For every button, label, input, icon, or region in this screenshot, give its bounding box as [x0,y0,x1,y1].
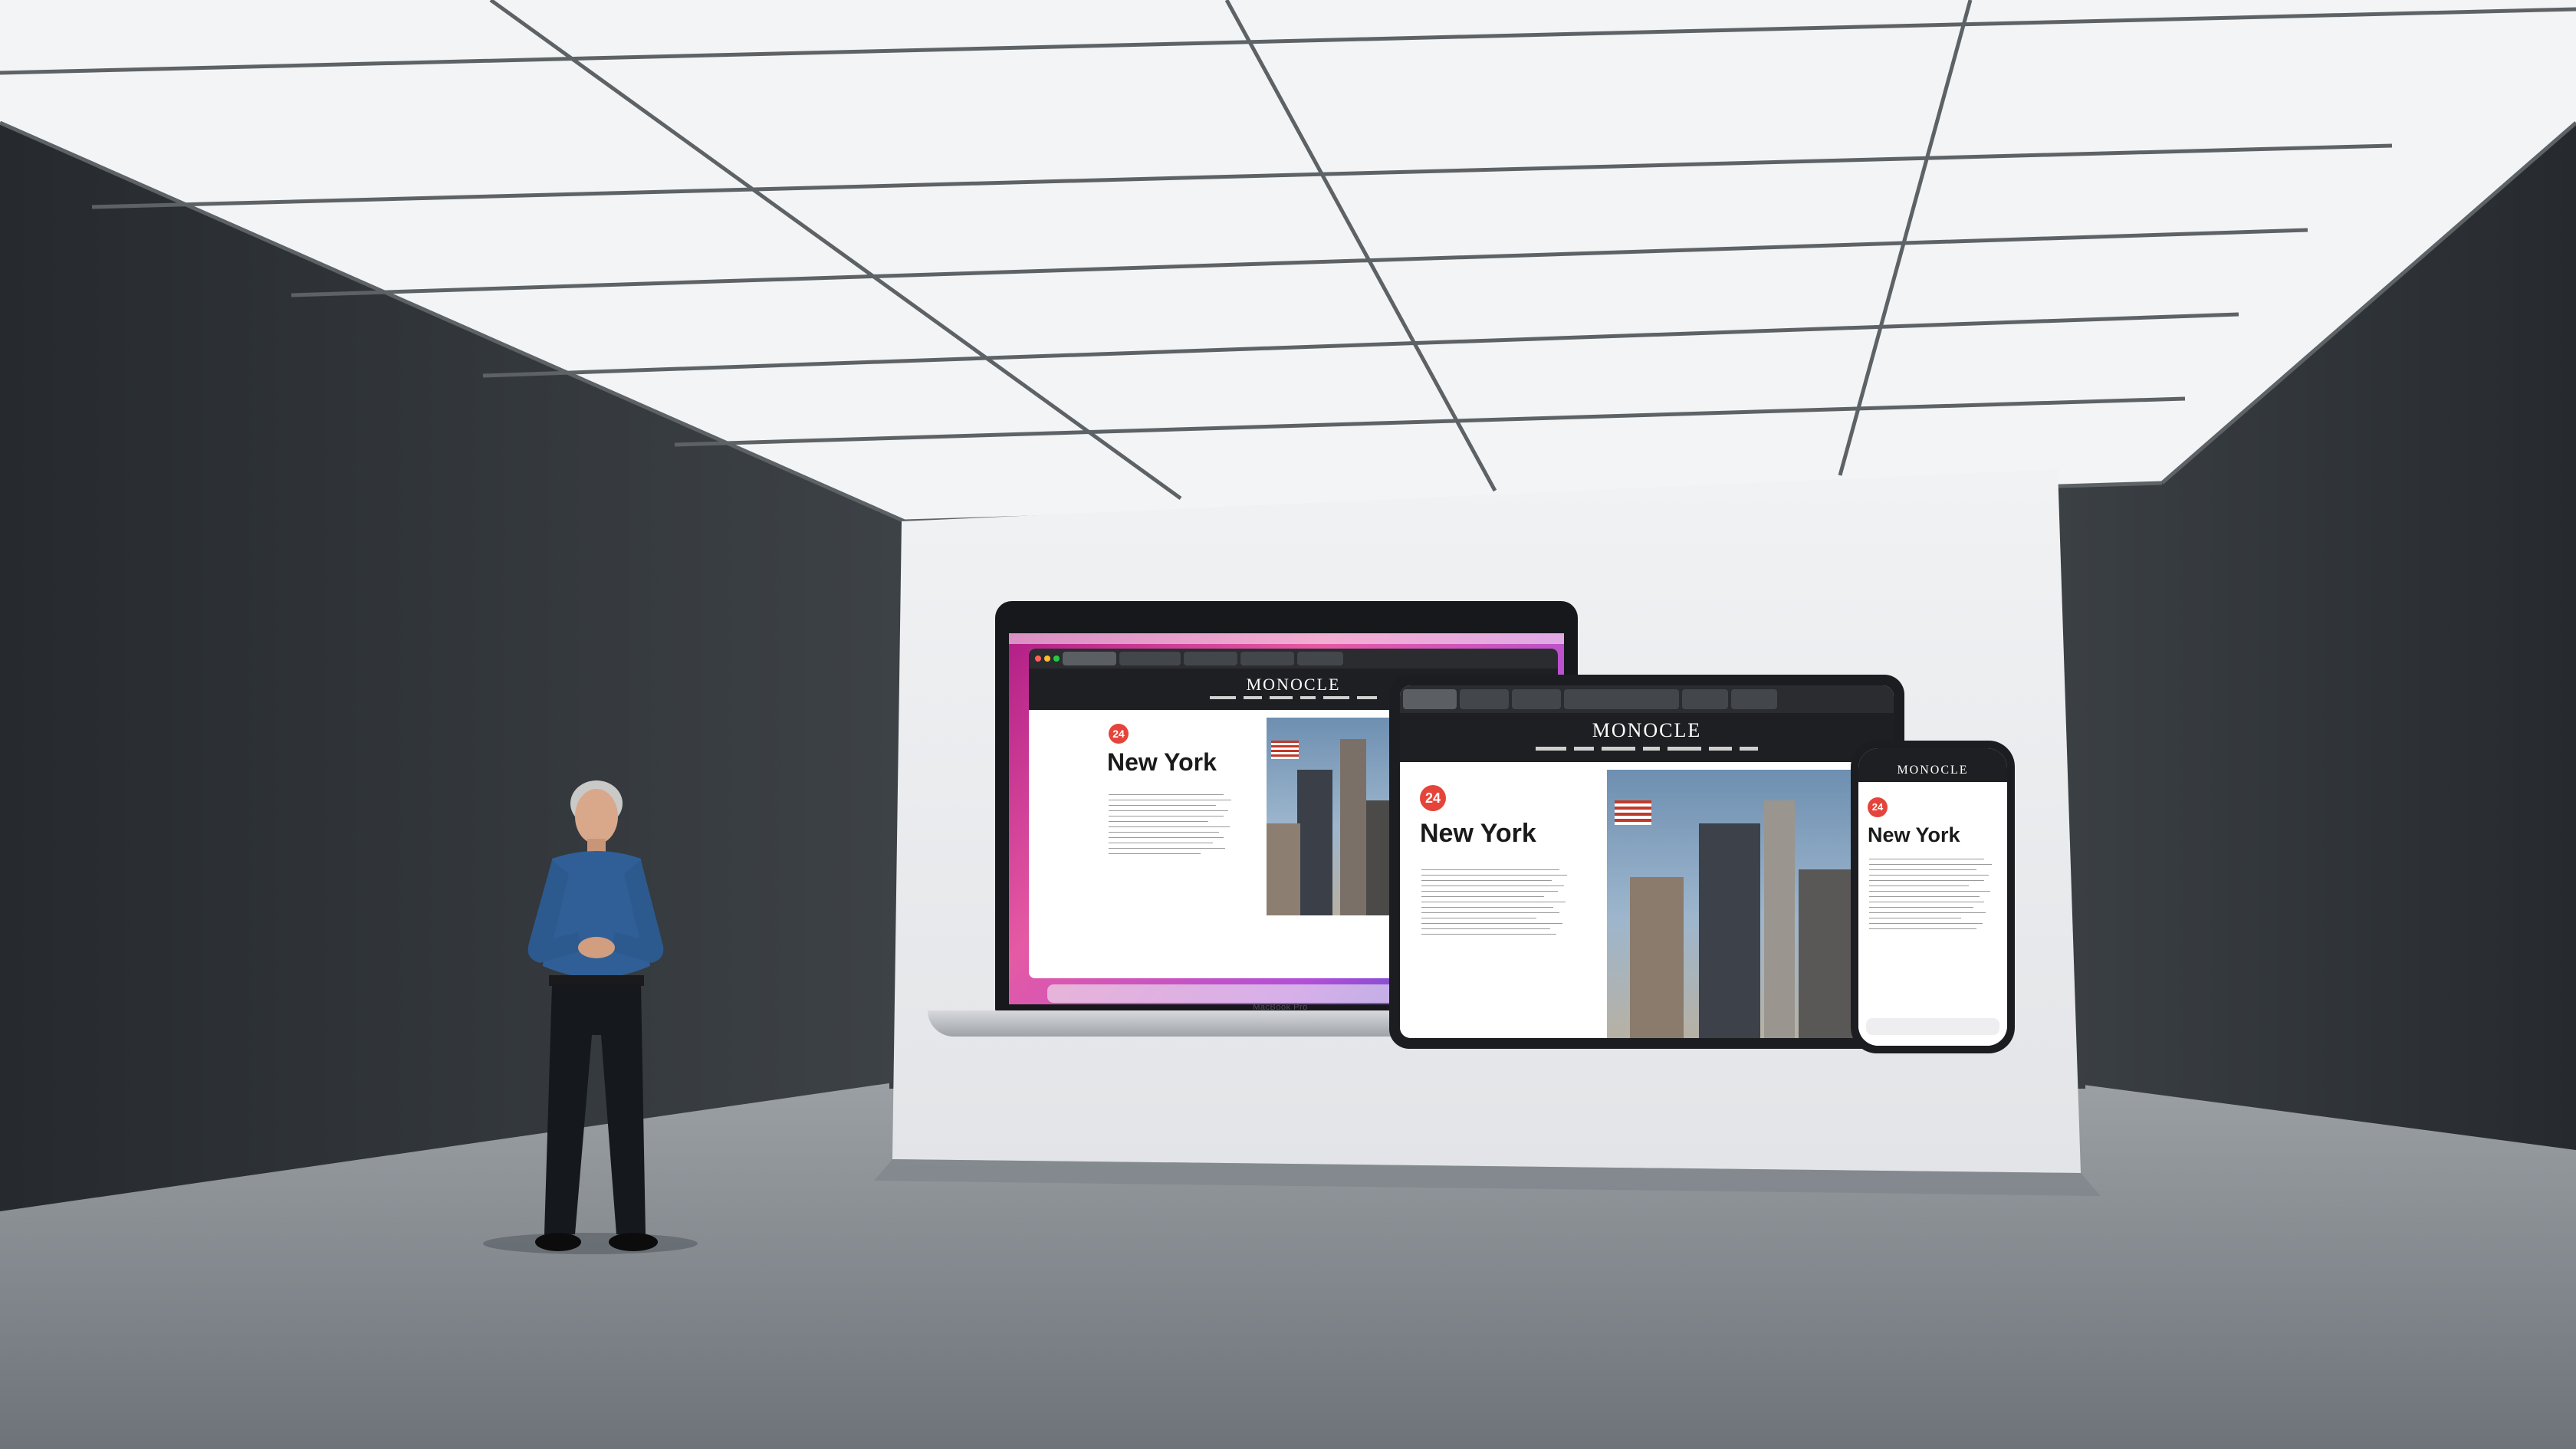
site-header: MONOCLE [1400,713,1894,762]
article-headline: New York [1107,748,1217,776]
safari-tab[interactable] [1460,689,1509,709]
article: 24 New York [1858,782,2007,1046]
article-headline: New York [1868,823,1960,846]
mac-menubar [1009,633,1564,644]
address-bar[interactable] [1866,1018,1999,1035]
nav-item[interactable] [1323,696,1349,699]
ipad-screen: MONOCLE 24 New York [1400,685,1894,1038]
safari-tab[interactable] [1731,689,1777,709]
nav-item[interactable] [1602,747,1635,751]
issue-badge: 24 [1109,724,1129,744]
nav-item[interactable] [1300,696,1316,699]
nav-item[interactable] [1740,747,1758,751]
nav-item[interactable] [1668,747,1701,751]
safari-tab[interactable] [1119,651,1181,666]
nav-item[interactable] [1244,696,1262,699]
nav-item[interactable] [1357,696,1377,699]
issue-badge: 24 [1420,785,1446,811]
article-body [1869,859,1992,934]
address-bar[interactable] [1564,689,1679,709]
nav-item[interactable] [1536,747,1566,751]
article-body [1109,794,1231,859]
iphone: MONOCLE 24 New York [1851,741,2015,1053]
safari-tab[interactable] [1063,651,1116,666]
keynote-stage: MONOCLE 24 New York MacBook Pro MONOCLE … [0,0,2576,1449]
issue-badge: 24 [1868,797,1888,817]
minimize-dot-icon[interactable] [1044,656,1050,662]
nav-item[interactable] [1270,696,1293,699]
site-nav [1400,747,1894,751]
article-headline: New York [1420,819,1536,848]
article-body [1421,869,1567,939]
safari-tab[interactable] [1240,651,1294,666]
site-title[interactable]: MONOCLE [1858,764,2007,777]
close-dot-icon[interactable] [1035,656,1041,662]
nav-item[interactable] [1709,747,1732,751]
safari-tab-bar [1029,649,1558,669]
safari-tab[interactable] [1512,689,1561,709]
safari-tab[interactable] [1297,651,1343,666]
safari-tab[interactable] [1682,689,1728,709]
safari-tab[interactable] [1403,689,1457,709]
site-title[interactable]: MONOCLE [1400,719,1894,742]
zoom-dot-icon[interactable] [1053,656,1060,662]
nav-item[interactable] [1210,696,1236,699]
iphone-screen: MONOCLE 24 New York [1858,748,2007,1046]
article: 24 New York [1400,762,1894,1038]
site-header: MONOCLE [1858,748,2007,782]
ipad: MONOCLE 24 New York [1389,675,1904,1049]
macbook-model-label: MacBook Pro [1253,1003,1308,1012]
presenter [527,780,664,1251]
window-controls[interactable] [1035,656,1060,662]
safari-tab[interactable] [1184,651,1237,666]
nav-item[interactable] [1643,747,1660,751]
ipad-tab-bar [1400,685,1894,713]
nav-item[interactable] [1574,747,1594,751]
